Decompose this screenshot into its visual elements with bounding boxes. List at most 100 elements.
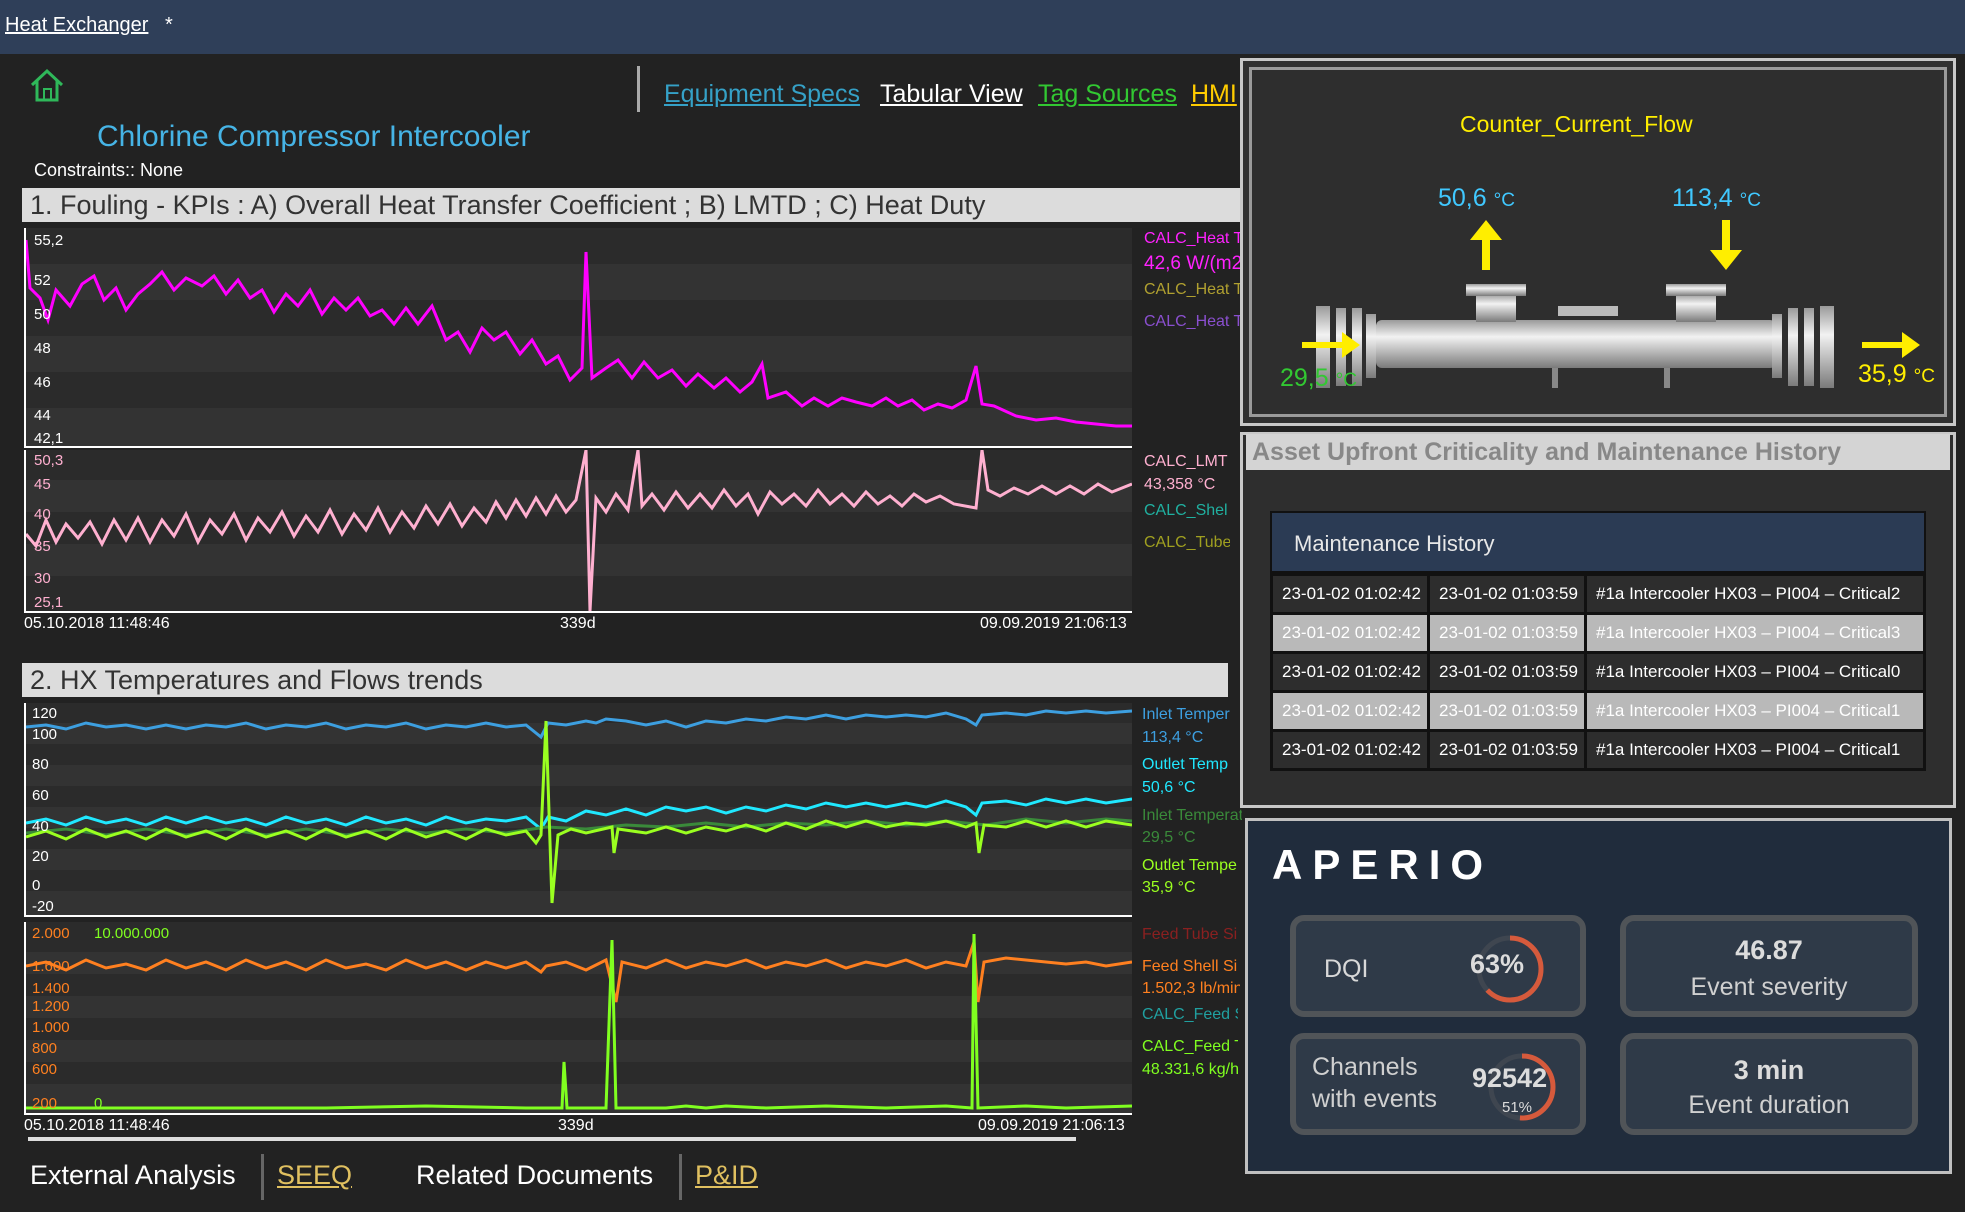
plot-heat-transfer-coefficient	[24, 228, 1132, 448]
legend-value: 50,6 °C	[1142, 779, 1196, 796]
dqi-card[interactable]: DQI 63%	[1290, 915, 1586, 1017]
event-duration-card[interactable]: 3 min Event duration	[1620, 1033, 1918, 1135]
plot-hx-temperatures	[24, 703, 1132, 917]
legend-value: 48.331,6 kg/h	[1142, 1061, 1239, 1078]
table-row[interactable]: 23-01-02 01:02:42 23-01-02 01:03:59 #1a …	[1270, 729, 1926, 771]
y-tick: 42,1	[34, 430, 64, 447]
legend-value: 113,4 °C	[1142, 729, 1204, 746]
arrow-right-icon	[1300, 330, 1362, 360]
y-tick: 2.000	[32, 925, 70, 942]
legend-item: CALC_Heat T	[1144, 230, 1240, 247]
event-severity-value: 46.87	[1735, 935, 1803, 965]
cell-start: 23-01-02 01:02:42	[1270, 651, 1430, 693]
tube-inlet-temperature: 29,5 °C	[1280, 364, 1357, 393]
legend-value: 29,5 °C	[1142, 829, 1196, 846]
y-tick: 44	[34, 407, 51, 424]
y-tick: 25,1	[34, 594, 64, 611]
temp-value: 35,9	[1858, 360, 1907, 388]
legend-item: Outlet Temp	[1142, 756, 1228, 773]
y-tick: 40	[32, 818, 49, 835]
y-tick: 1.000	[32, 1019, 70, 1036]
aperio-logo: APERIO	[1272, 841, 1494, 888]
legend-item: CALC_Heat T	[1144, 281, 1240, 298]
section-fouling-kpis-header: 1. Fouling - KPIs : A) Overall Heat Tran…	[22, 188, 1244, 222]
cell-description: #1a Intercooler HX03 – PI004 – Critical3	[1584, 612, 1926, 654]
legend-value: 35,9 °C	[1142, 879, 1196, 896]
y-tick: 48	[34, 340, 51, 357]
legend-item: Outlet Tempe	[1142, 857, 1237, 874]
y-tick: 600	[32, 1061, 58, 1078]
footer-divider	[679, 1154, 682, 1200]
x-axis-start: 05.10.2018 11:48:46	[24, 615, 170, 632]
nav-divider	[637, 66, 640, 112]
temp-value: 50,6	[1438, 184, 1487, 212]
y-tick: 1.400	[32, 980, 70, 997]
aperio-panel: APERIO DQI 63% 46.87 Event severity Chan…	[1245, 818, 1952, 1174]
table-row[interactable]: 23-01-02 01:02:42 23-01-02 01:03:59 #1a …	[1270, 573, 1926, 615]
legend-item: CALC_Feed T	[1142, 1038, 1238, 1055]
y-tick: 200	[32, 1095, 58, 1112]
y-tick: 50	[34, 306, 51, 323]
channels-label-line1: Channels	[1312, 1053, 1418, 1081]
table-row[interactable]: 23-01-02 01:02:42 23-01-02 01:03:59 #1a …	[1270, 690, 1926, 732]
y-tick: 60	[32, 787, 49, 804]
y-tick: 35	[34, 538, 51, 555]
horizontal-scrollbar[interactable]	[28, 1137, 1076, 1141]
event-duration-value: 3 min	[1733, 1055, 1805, 1085]
modified-marker: *	[165, 14, 173, 36]
legend-value: 42,6 W/(m2	[1144, 253, 1240, 274]
y-tick: 30	[34, 570, 51, 587]
nav-link-tag-sources[interactable]: Tag Sources	[1038, 80, 1177, 109]
seeq-link[interactable]: SEEQ	[277, 1160, 352, 1191]
cell-start: 23-01-02 01:02:42	[1270, 729, 1430, 771]
dqi-label: DQI	[1324, 955, 1369, 983]
constraints-label: Constraints:: None	[34, 160, 184, 180]
event-severity-card[interactable]: 46.87 Event severity	[1620, 915, 1918, 1017]
arrow-up-icon	[1468, 218, 1504, 272]
cell-end: 23-01-02 01:03:59	[1427, 729, 1587, 771]
x-axis-middle: 339d	[558, 1117, 594, 1134]
dqi-value: 63%	[1470, 949, 1525, 979]
channels-value: 92542	[1472, 1063, 1548, 1093]
legend-item: CALC_Tube	[1144, 534, 1230, 551]
nav-link-equipment-specs[interactable]: Equipment Specs	[664, 80, 860, 109]
external-analysis-label: External Analysis	[30, 1160, 236, 1190]
pid-link[interactable]: P&ID	[695, 1160, 758, 1191]
nav-link-hmi[interactable]: HMI	[1191, 80, 1237, 109]
plot-hx-flows	[24, 922, 1132, 1115]
related-documents-label: Related Documents	[416, 1160, 654, 1190]
y-tick: 40	[34, 506, 51, 523]
hmi-title: Counter_Current_Flow	[1460, 111, 1693, 137]
event-duration-label: Event duration	[1688, 1091, 1850, 1119]
temp-value: 29,5	[1280, 364, 1329, 392]
y-tick: 55,2	[34, 232, 64, 249]
cell-description: #1a Intercooler HX03 – PI004 – Critical0	[1584, 651, 1926, 693]
arrow-right-icon	[1860, 330, 1922, 360]
temp-unit: °C	[1335, 370, 1357, 391]
y-tick: 80	[32, 756, 49, 773]
table-row[interactable]: 23-01-02 01:02:42 23-01-02 01:03:59 #1a …	[1270, 651, 1926, 693]
y-tick: 20	[32, 848, 49, 865]
y-tick: 100	[32, 726, 58, 743]
x-axis-end: 09.09.2019 21:06:13	[978, 1117, 1125, 1134]
y-tick-right: 0	[94, 1095, 103, 1112]
nav-link-tabular-view[interactable]: Tabular View	[880, 80, 1023, 109]
home-icon[interactable]	[28, 66, 66, 104]
legend-item: CALC_Shel	[1144, 502, 1228, 519]
channels-with-events-card[interactable]: Channels with events 92542 51%	[1290, 1033, 1586, 1135]
cell-description: #1a Intercooler HX03 – PI004 – Critical1	[1584, 690, 1926, 732]
table-row[interactable]: 23-01-02 01:02:42 23-01-02 01:03:59 #1a …	[1270, 612, 1926, 654]
x-axis-end: 09.09.2019 21:06:13	[980, 615, 1127, 632]
y-tick: 50,3	[34, 452, 64, 469]
cell-start: 23-01-02 01:02:42	[1270, 612, 1430, 654]
y-tick: 52	[34, 272, 51, 289]
shell-outlet-temperature: 35,9 °C	[1858, 360, 1935, 389]
maintenance-table-title: Maintenance History	[1270, 511, 1926, 573]
legend-item: Feed Tube Si	[1142, 926, 1238, 943]
y-tick: 120	[32, 705, 58, 722]
y-tick: 1.200	[32, 998, 70, 1015]
window-title[interactable]: Heat Exchanger	[5, 14, 148, 37]
y-tick: 45	[34, 476, 51, 493]
plot-lmtd	[24, 450, 1132, 613]
cell-end: 23-01-02 01:03:59	[1427, 651, 1587, 693]
